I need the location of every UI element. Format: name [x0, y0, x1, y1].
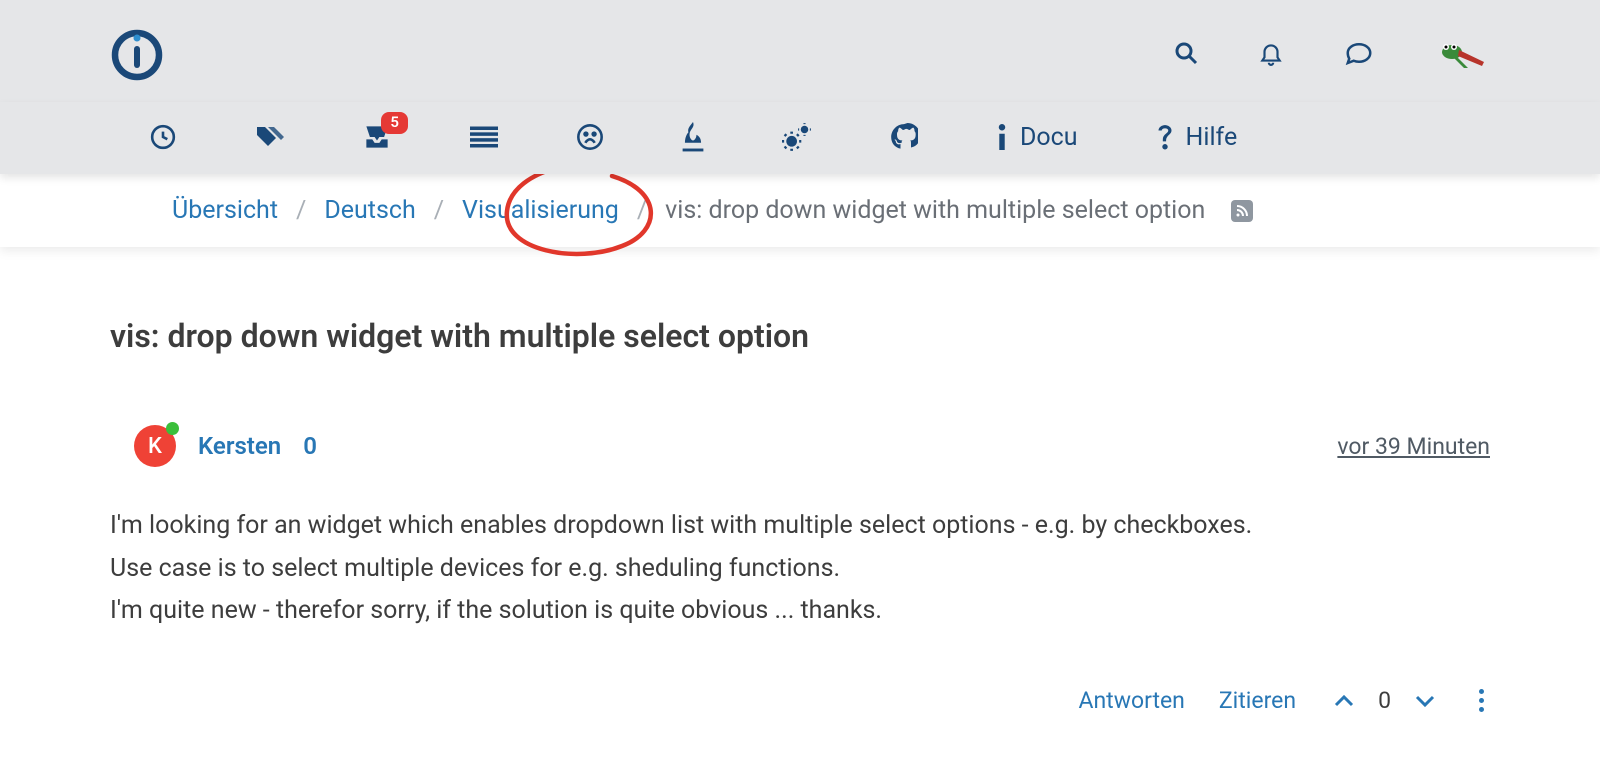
post-line: I'm quite new - therefor sorry, if the s…	[110, 590, 1490, 633]
more-menu-icon[interactable]	[1473, 689, 1490, 712]
breadcrumb-sep: /	[286, 196, 316, 225]
chat-icon[interactable]	[1344, 40, 1374, 70]
avatar-frog-icon[interactable]	[1434, 40, 1490, 70]
breadcrumb-current: vis: drop down widget with multiple sele…	[665, 196, 1205, 225]
breadcrumb-sep: /	[424, 196, 454, 225]
nav-github[interactable]	[890, 123, 918, 151]
bell-icon[interactable]	[1258, 39, 1284, 71]
post-header: K Kersten 0 vor 39 Minuten	[134, 425, 1490, 467]
nav-docu[interactable]: Docu	[996, 123, 1078, 152]
inbox-badge: 5	[381, 112, 408, 134]
nav-list[interactable]	[470, 126, 498, 148]
reply-button[interactable]: Antworten	[1078, 687, 1184, 714]
post-line: Use case is to select multiple devices f…	[110, 548, 1490, 591]
top-bar	[0, 0, 1600, 102]
presence-dot	[166, 422, 179, 435]
post-line: I'm looking for an widget which enables …	[110, 505, 1490, 548]
author-rep: 0	[303, 432, 317, 460]
nav-inbox[interactable]: 5	[362, 124, 392, 150]
topbar-actions	[1174, 39, 1490, 71]
logo[interactable]	[110, 28, 164, 82]
breadcrumb-bar: Übersicht / Deutsch / Visualisierung / v…	[0, 174, 1600, 247]
vote-group: 0	[1330, 683, 1439, 718]
downvote-button[interactable]	[1411, 683, 1439, 718]
nav-recent[interactable]	[150, 124, 176, 150]
nav-flame[interactable]	[682, 122, 704, 152]
search-icon[interactable]	[1174, 41, 1198, 69]
content: vis: drop down widget with multiple sele…	[0, 247, 1600, 758]
nav-tags[interactable]	[254, 124, 284, 150]
breadcrumb-overview[interactable]: Übersicht	[172, 196, 278, 225]
upvote-button[interactable]	[1330, 683, 1358, 718]
avatar-initial: K	[148, 434, 162, 459]
rss-icon[interactable]	[1231, 200, 1253, 222]
breadcrumb-category[interactable]: Visualisierung	[462, 196, 619, 225]
breadcrumb: Übersicht / Deutsch / Visualisierung / v…	[172, 196, 1460, 225]
nav-gears[interactable]	[782, 123, 812, 151]
post-footer: Antworten Zitieren 0	[110, 683, 1490, 718]
nav-hilfe[interactable]: Hilfe	[1156, 123, 1238, 152]
vote-count: 0	[1372, 687, 1397, 714]
post-timestamp[interactable]: vor 39 Minuten	[1337, 433, 1490, 460]
nav-hilfe-label: Hilfe	[1186, 123, 1238, 152]
avatar[interactable]: K	[134, 425, 176, 467]
breadcrumb-sep: /	[627, 196, 657, 225]
quote-button[interactable]: Zitieren	[1219, 687, 1296, 714]
nav-docu-label: Docu	[1020, 123, 1078, 152]
nav-bar: 5 Docu Hilfe	[0, 102, 1600, 174]
nav-sad[interactable]	[576, 123, 604, 151]
author-name[interactable]: Kersten	[198, 432, 281, 460]
post-title: vis: drop down widget with multiple sele…	[110, 317, 1490, 355]
breadcrumb-lang[interactable]: Deutsch	[324, 196, 415, 225]
post-body: I'm looking for an widget which enables …	[110, 505, 1490, 633]
